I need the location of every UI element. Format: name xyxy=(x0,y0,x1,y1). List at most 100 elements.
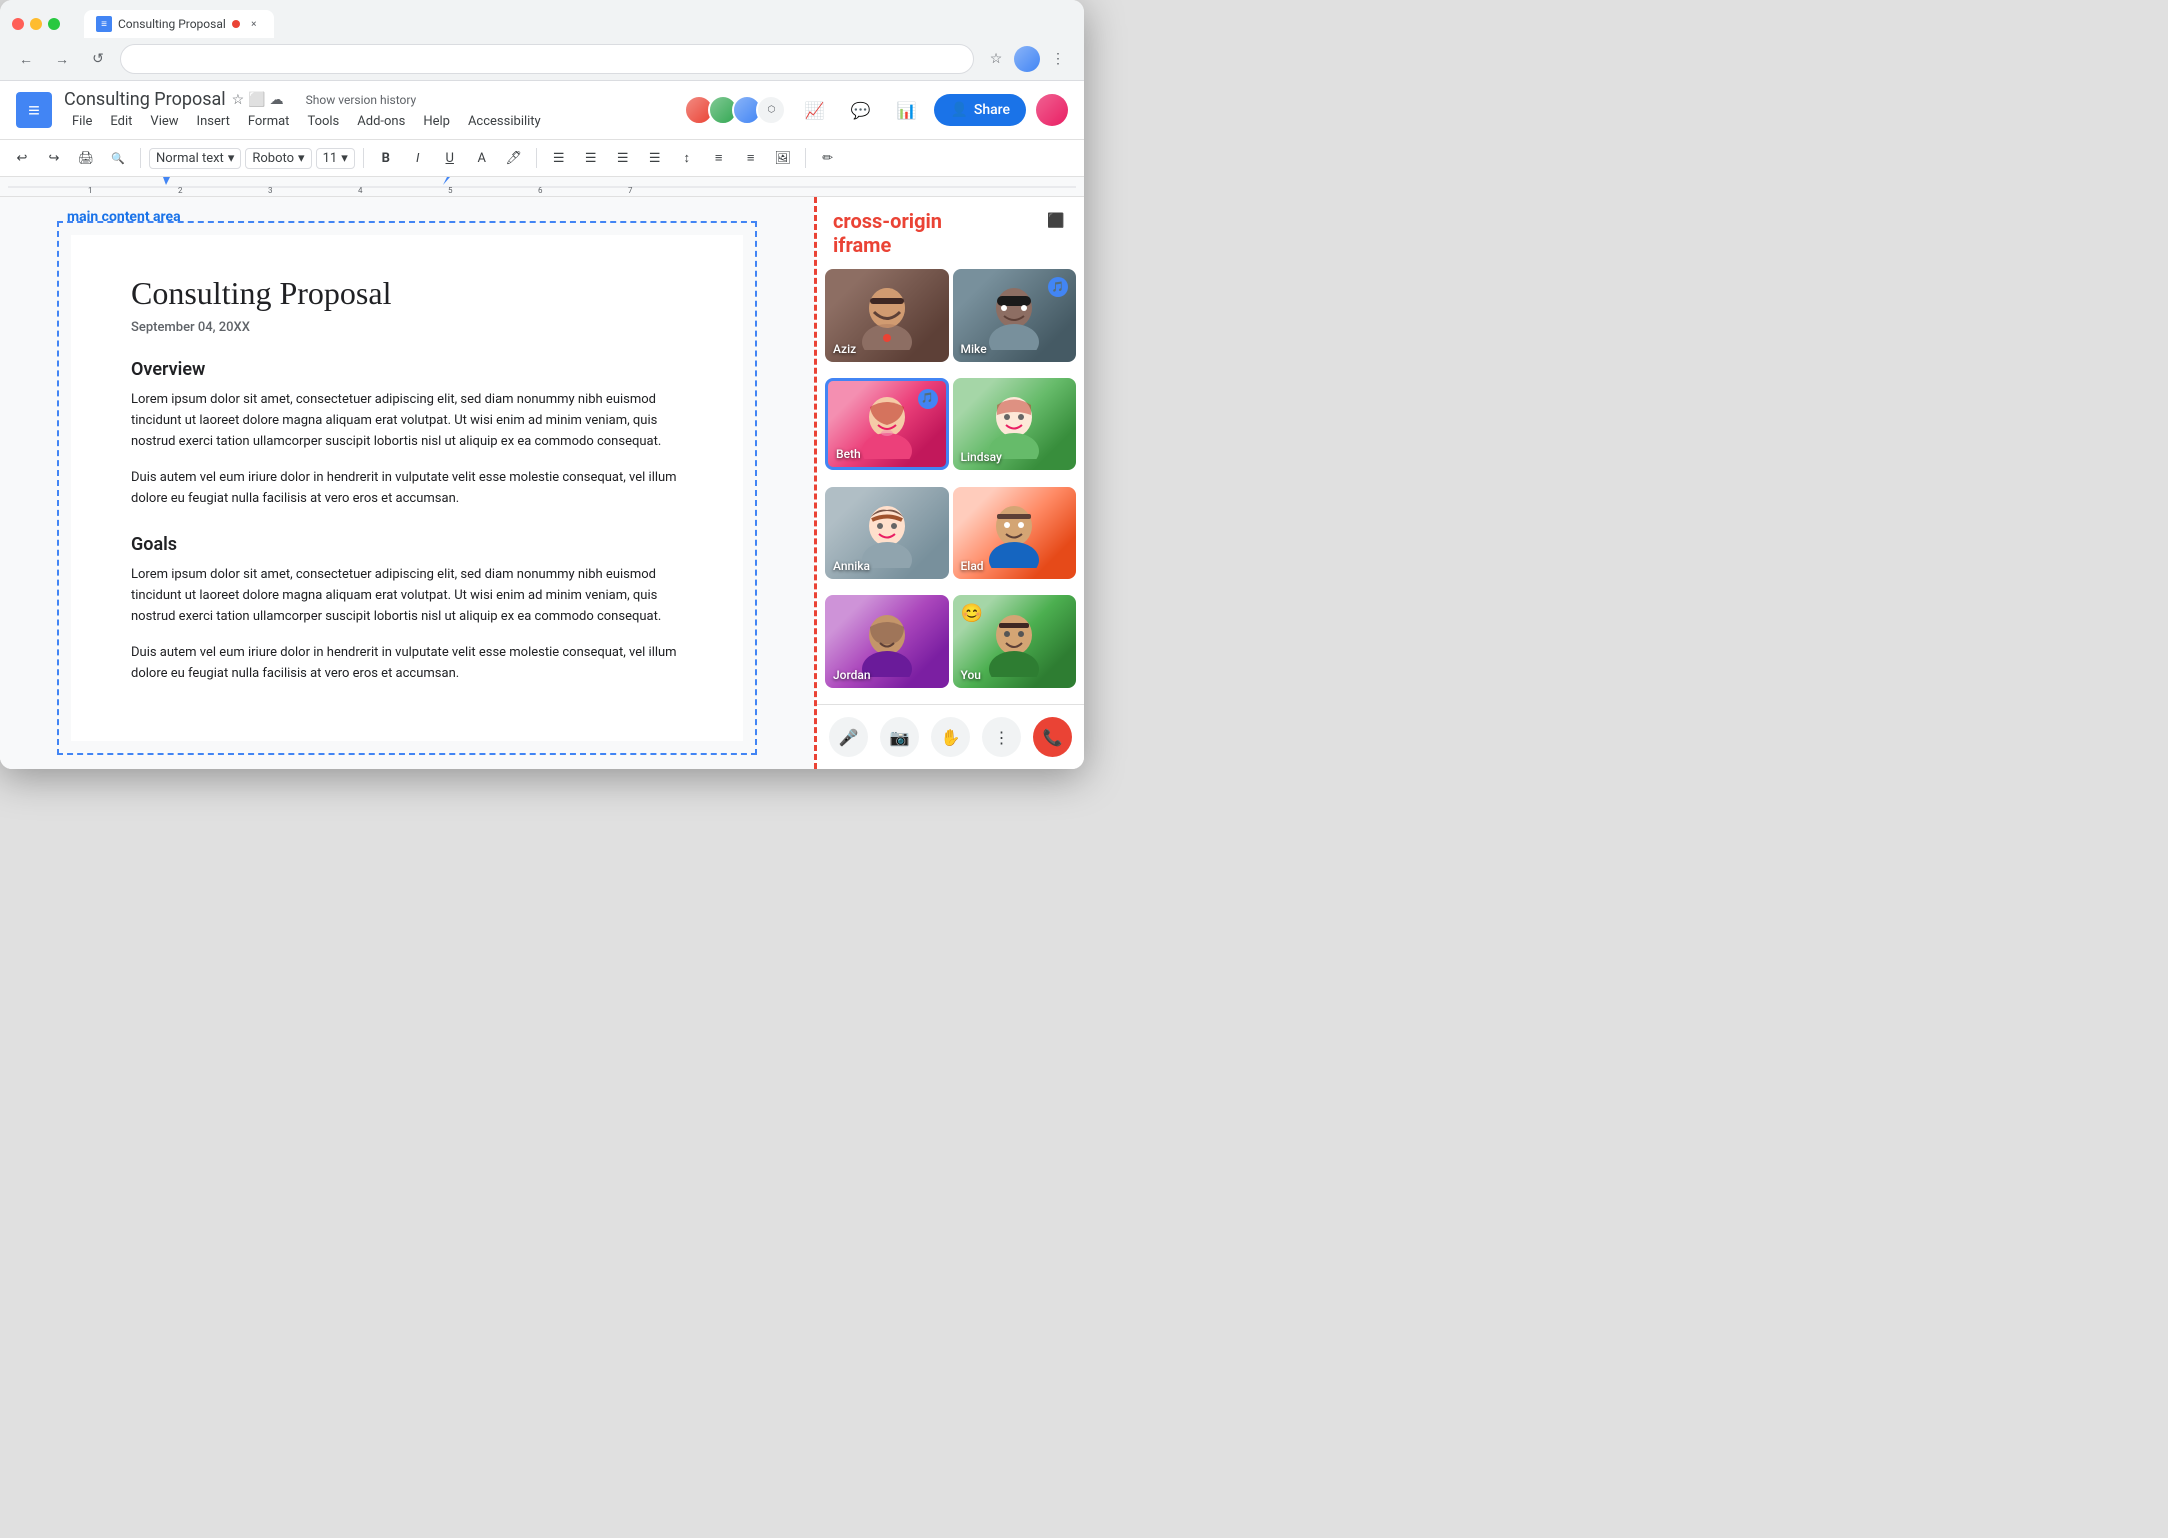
share-icon: 👤 xyxy=(950,102,967,118)
docs-tab-icon: ≡ xyxy=(96,16,112,32)
lindsay-name: Lindsay xyxy=(961,450,1002,464)
document-date: September 04, 20XX xyxy=(131,320,683,335)
tab-favicon-dot xyxy=(232,20,240,28)
undo-button[interactable]: ↩ xyxy=(8,144,36,172)
jordan-name: Jordan xyxy=(833,668,871,682)
collaborator-avatar-more[interactable]: ⬡ xyxy=(756,95,786,125)
text-style-select[interactable]: Normal text ▾ xyxy=(149,148,241,169)
video-tile-beth[interactable]: 🎵 Beth xyxy=(825,378,949,471)
font-chevron: ▾ xyxy=(298,151,305,166)
highlight-button[interactable]: 🖊 xyxy=(500,144,528,172)
share-button[interactable]: 👤 Share xyxy=(934,94,1026,126)
menu-edit[interactable]: Edit xyxy=(102,112,140,131)
user-profile-avatar[interactable] xyxy=(1036,94,1068,126)
video-tile-jordan[interactable]: Jordan xyxy=(825,595,949,688)
font-select[interactable]: Roboto ▾ xyxy=(245,148,311,169)
bookmark-icon[interactable]: ☆ xyxy=(982,45,1010,73)
end-call-button[interactable]: 📞 xyxy=(1033,717,1072,757)
browser-profile-avatar[interactable] xyxy=(1014,46,1040,72)
align-left-button[interactable]: ☰ xyxy=(545,144,573,172)
menu-tools[interactable]: Tools xyxy=(299,112,347,131)
side-panel-open-button[interactable]: ⬛ xyxy=(1044,209,1068,233)
numbering-button[interactable]: ≡ xyxy=(737,144,765,172)
docs-toolbar: ↩ ↪ 🖨 🔍 Normal text ▾ Roboto ▾ 11 ▾ B I … xyxy=(0,140,1084,177)
aziz-name: Aziz xyxy=(833,342,856,356)
aziz-red-indicator xyxy=(883,334,891,342)
more-menu-icon[interactable]: ⋮ xyxy=(1044,45,1072,73)
mic-button[interactable]: 🎤 xyxy=(829,717,868,757)
video-tile-aziz[interactable]: Aziz xyxy=(825,269,949,362)
share-label: Share xyxy=(974,102,1010,118)
tab-close-button[interactable]: × xyxy=(246,16,262,32)
elad-name: Elad xyxy=(961,559,984,573)
zoom-button[interactable]: 🔍 xyxy=(104,144,132,172)
menu-format[interactable]: Format xyxy=(240,112,298,131)
underline-button[interactable]: U xyxy=(436,144,464,172)
video-tile-annika[interactable]: Annika xyxy=(825,487,949,580)
bold-button[interactable]: B xyxy=(372,144,400,172)
star-icon[interactable]: ☆ xyxy=(232,92,245,108)
document-title[interactable]: Consulting Proposal xyxy=(64,89,226,110)
beth-name: Beth xyxy=(836,447,861,461)
video-tile-you[interactable]: 😊 You xyxy=(953,595,1077,688)
menu-help[interactable]: Help xyxy=(415,112,458,131)
refresh-button[interactable]: ↺ xyxy=(84,45,112,73)
address-bar-row: ← → ↺ ☆ ⋮ xyxy=(0,38,1084,80)
svg-text:3: 3 xyxy=(268,186,273,195)
goals-paragraph-1: Lorem ipsum dolor sit amet, consectetuer… xyxy=(131,565,683,627)
docs-header: ≡ Consulting Proposal ☆ ⬜ ☁ Show version… xyxy=(0,81,1084,140)
align-center-button[interactable]: ☰ xyxy=(577,144,605,172)
back-button[interactable]: ← xyxy=(12,45,40,73)
activity-icon[interactable]: 📈 xyxy=(796,92,832,128)
menu-view[interactable]: View xyxy=(142,112,186,131)
align-right-button[interactable]: ☰ xyxy=(609,144,637,172)
font-size-select[interactable]: 11 ▾ xyxy=(316,148,355,169)
svg-text:5: 5 xyxy=(448,186,453,195)
call-controls: 🎤 📷 ✋ ⋮ 📞 xyxy=(817,704,1084,769)
browser-tab[interactable]: ≡ Consulting Proposal × xyxy=(84,10,274,38)
docs-logo: ≡ xyxy=(16,92,52,128)
print-button[interactable]: 🖨 xyxy=(72,144,100,172)
annika-name: Annika xyxy=(833,559,870,573)
more-options-button[interactable]: ⋮ xyxy=(982,717,1021,757)
font-value: Roboto xyxy=(252,151,294,166)
docs-main: main content area Consulting Proposal Se… xyxy=(0,197,1084,769)
video-tile-lindsay[interactable]: Lindsay xyxy=(953,378,1077,471)
address-bar[interactable] xyxy=(120,44,974,74)
font-size-value: 11 xyxy=(323,151,338,166)
forward-button[interactable]: → xyxy=(48,45,76,73)
video-tile-mike[interactable]: 🎵 Mike xyxy=(953,269,1077,362)
comments-icon[interactable]: 💬 xyxy=(842,92,878,128)
menu-insert[interactable]: Insert xyxy=(189,112,238,131)
docs-menu: File Edit View Insert Format Tools Add-o… xyxy=(64,112,672,131)
video-grid: Aziz xyxy=(817,265,1084,704)
justify-button[interactable]: ☰ xyxy=(641,144,669,172)
goals-paragraph-2: Duis autem vel eum iriure dolor in hendr… xyxy=(131,643,683,685)
raise-hand-button[interactable]: ✋ xyxy=(931,717,970,757)
image-button[interactable]: 🖼 xyxy=(769,144,797,172)
pen-tool-button[interactable]: ✏ xyxy=(814,144,842,172)
close-traffic-light[interactable] xyxy=(12,18,24,30)
menu-accessibility[interactable]: Accessibility xyxy=(460,112,549,131)
camera-button[interactable]: 📷 xyxy=(880,717,919,757)
title-bar: ≡ Consulting Proposal × xyxy=(0,0,1084,38)
browser-window: ≡ Consulting Proposal × ← → ↺ ☆ ⋮ ≡ xyxy=(0,0,1084,769)
mike-mic-icon: 🎵 xyxy=(1048,277,1068,297)
text-color-button[interactable]: A xyxy=(468,144,496,172)
tab-bar: ≡ Consulting Proposal × xyxy=(84,10,274,38)
docs-logo-icon: ≡ xyxy=(28,98,40,123)
menu-addons[interactable]: Add-ons xyxy=(349,112,413,131)
version-history-link[interactable]: Show version history xyxy=(306,93,417,107)
italic-button[interactable]: I xyxy=(404,144,432,172)
beth-mic-icon: 🎵 xyxy=(918,389,938,409)
video-tile-elad[interactable]: Elad xyxy=(953,487,1077,580)
cloud-icon: ⬜ xyxy=(248,92,265,108)
menu-file[interactable]: File xyxy=(64,112,100,131)
overview-heading: Overview xyxy=(131,359,683,380)
line-spacing-button[interactable]: ↕ xyxy=(673,144,701,172)
bullets-button[interactable]: ≡ xyxy=(705,144,733,172)
minimize-traffic-light[interactable] xyxy=(30,18,42,30)
maximize-traffic-light[interactable] xyxy=(48,18,60,30)
meet-icon[interactable]: 📊 xyxy=(888,92,924,128)
redo-button[interactable]: ↪ xyxy=(40,144,68,172)
